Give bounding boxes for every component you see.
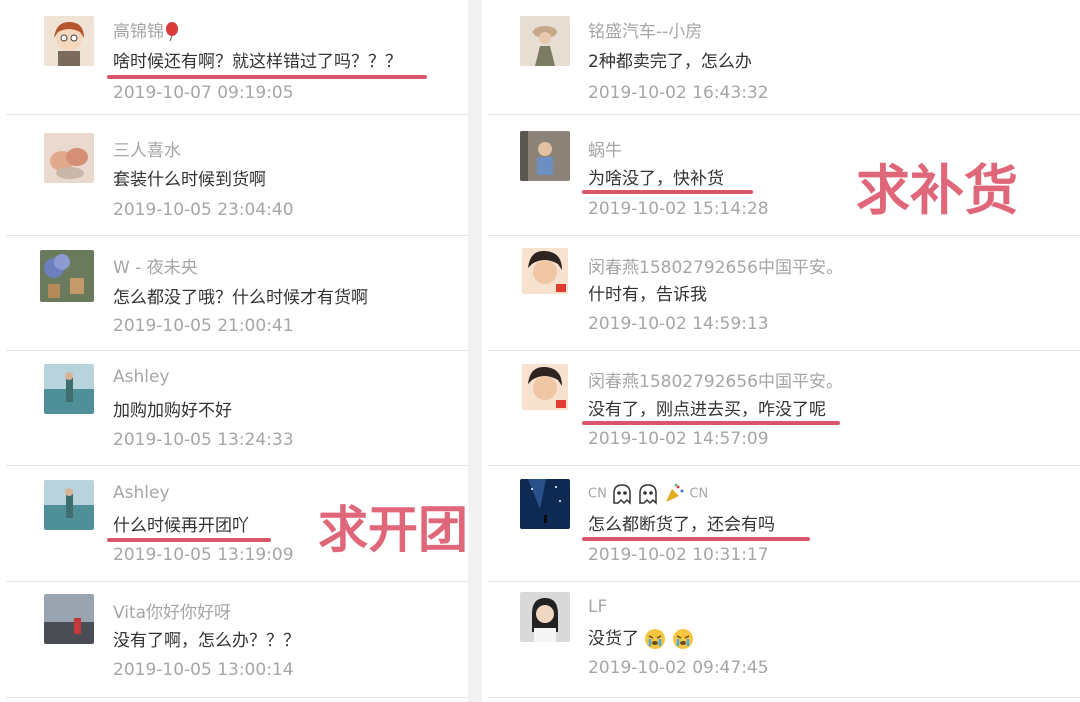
avatar[interactable] — [520, 16, 570, 66]
divider — [6, 697, 468, 698]
comment-text: 怎么都断货了，还会有吗 — [588, 515, 775, 535]
comment-time: 2019-10-05 13:24:33 — [113, 430, 294, 450]
divider — [488, 465, 1080, 466]
avatar[interactable] — [40, 250, 94, 302]
comment-author: 高锦锦 — [113, 17, 180, 42]
comment-author: 蜗牛 — [588, 141, 622, 161]
comment-author: Ashley — [113, 367, 170, 387]
comment-author: Vita你好你好呀 — [113, 603, 232, 623]
comment-author: 三人喜水 — [113, 141, 181, 161]
comment-author: 铭盛汽车--小房 — [588, 22, 703, 42]
comment-text: 怎么都没了哦？什么时候才有货啊 — [113, 288, 368, 308]
comment-author: W - 夜未央 — [113, 258, 198, 278]
avatar[interactable] — [44, 16, 94, 66]
comment-time: 2019-10-02 14:57:09 — [588, 429, 769, 449]
comment-item: Ashley 加购加购好不好 2019-10-05 13:24:33 — [0, 351, 468, 466]
comment-item: 三人喜水 套装什么时候到货啊 2019-10-05 23:04:40 — [0, 121, 468, 236]
comment-time: 2019-10-02 15:14:28 — [588, 199, 769, 219]
comment-item: 高锦锦 啥时候还有啊？就这样错过了吗？？？ 2019-10-07 09:19:0… — [0, 0, 468, 115]
party-popper-icon — [666, 483, 684, 502]
column-gap — [468, 0, 482, 702]
comment-item: 闵春燕15802792656中国平安。 什时有，告诉我 2019-10-02 1… — [482, 236, 1080, 351]
crying-face-icon — [645, 629, 666, 649]
comment-item: Vita你好你好呀 没有了啊，怎么办？？？ 2019-10-05 13:00:1… — [0, 582, 468, 702]
comment-item: 铭盛汽车--小房 2种都卖完了，怎么办 2019-10-02 16:43:32 — [482, 0, 1080, 115]
comment-list-right: 铭盛汽车--小房 2种都卖完了，怎么办 2019-10-02 16:43:32 … — [482, 0, 1080, 702]
avatar[interactable] — [522, 364, 568, 410]
comment-author: LF — [588, 597, 608, 617]
comment-text: 什时有，告诉我 — [588, 285, 707, 305]
comment-author: 闵春燕15802792656中国平安。 — [588, 372, 843, 392]
comment-item: 闵春燕15802792656中国平安。 没有了，刚点进去买，咋没了呢 2019-… — [482, 351, 1080, 466]
highlight-underline — [582, 421, 840, 425]
comment-item: LF 没货了 2019-10-02 09:47:45 — [482, 582, 1080, 702]
avatar[interactable] — [44, 594, 94, 644]
annotation-reopen-group: 求开团 — [318, 501, 468, 559]
comment-time: 2019-10-05 21:00:41 — [113, 316, 294, 336]
avatar[interactable] — [520, 592, 570, 642]
ghost-icon — [613, 484, 631, 505]
highlight-underline — [582, 537, 810, 541]
divider — [6, 114, 468, 115]
comment-text: 没有了啊，怎么办？？？ — [113, 631, 300, 651]
comment-text: 没有了，刚点进去买，咋没了呢 — [588, 400, 826, 420]
comment-author: Ashley — [113, 483, 170, 503]
comment-item: W - 夜未央 怎么都没了哦？什么时候才有货啊 2019-10-05 21:00… — [0, 236, 468, 351]
comment-time: 2019-10-02 16:43:32 — [588, 83, 769, 103]
comment-text: 加购加购好不好 — [113, 401, 232, 421]
avatar[interactable] — [520, 131, 570, 181]
comment-text: 为啥没了，快补货 — [588, 169, 724, 189]
balloon-icon — [166, 22, 178, 42]
divider — [488, 697, 1080, 698]
avatar[interactable] — [44, 480, 94, 530]
comment-time: 2019-10-02 14:59:13 — [588, 314, 769, 334]
highlight-underline — [107, 75, 427, 79]
divider — [488, 114, 1080, 115]
comment-author: 闵春燕15802792656中国平安。 — [588, 258, 843, 278]
highlight-underline — [107, 538, 271, 542]
comment-time: 2019-10-05 23:04:40 — [113, 200, 294, 220]
crying-face-icon — [672, 629, 693, 649]
divider — [6, 465, 468, 466]
comment-time: 2019-10-05 13:00:14 — [113, 660, 294, 680]
comment-text: 套装什么时候到货啊 — [113, 170, 266, 190]
comment-time: 2019-10-02 10:31:17 — [588, 545, 769, 565]
comment-text: 没货了 — [588, 624, 694, 650]
avatar[interactable] — [520, 479, 570, 529]
comment-time: 2019-10-05 13:19:09 — [113, 545, 294, 565]
comment-author: CN CN — [588, 483, 708, 505]
comment-item: CN CN 怎么都断货了，还会有吗 2019-10-02 10:31:17 — [482, 467, 1080, 582]
avatar[interactable] — [522, 248, 568, 294]
comment-time: 2019-10-07 09:19:05 — [113, 83, 294, 103]
comment-text: 2种都卖完了，怎么办 — [588, 52, 752, 72]
comment-list-left: 高锦锦 啥时候还有啊？就这样错过了吗？？？ 2019-10-07 09:19:0… — [0, 0, 468, 702]
comment-time: 2019-10-02 09:47:45 — [588, 658, 769, 678]
ghost-icon — [639, 484, 657, 505]
avatar[interactable] — [44, 364, 94, 414]
highlight-underline — [582, 190, 753, 194]
comment-text: 啥时候还有啊？就这样错过了吗？？？ — [113, 52, 402, 72]
comment-text: 什么时候再开团吖 — [113, 516, 249, 536]
avatar[interactable] — [44, 133, 94, 183]
annotation-restock: 求补货 — [856, 159, 1018, 222]
